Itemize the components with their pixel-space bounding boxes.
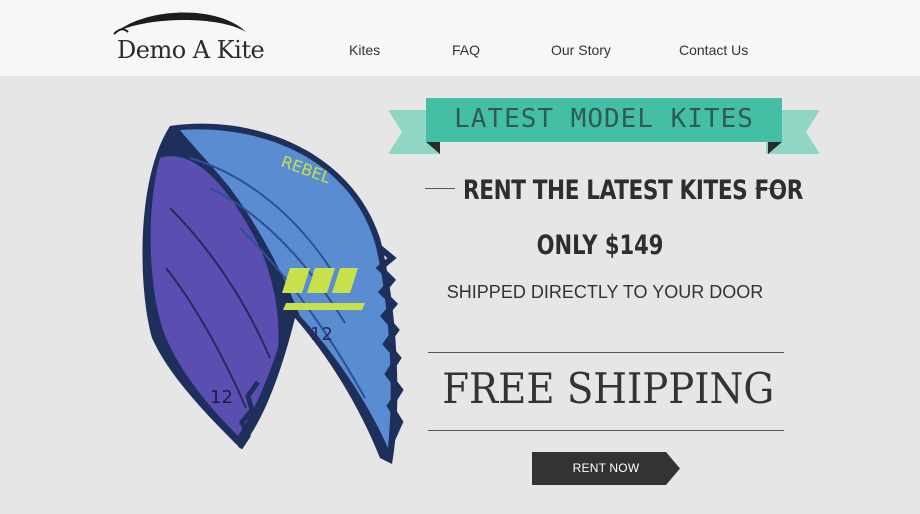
divider-bottom	[428, 430, 784, 431]
hero-price: ONLY $149	[536, 230, 664, 261]
nav-link-faq[interactable]: FAQ	[452, 42, 480, 58]
latest-models-banner: LATEST MODEL KITES	[388, 96, 820, 160]
nav-link-kites[interactable]: Kites	[349, 42, 380, 58]
banner-text: LATEST MODEL KITES	[454, 104, 754, 134]
free-shipping-heading: FREE SHIPPING	[442, 364, 775, 413]
headline-divider-left	[425, 188, 455, 189]
headline-row: RENT THE LATEST KITES FOR	[425, 175, 803, 211]
site-header: Demo A Kite Kites FAQ Our Story Contact …	[0, 0, 920, 76]
nav-link-contact-us[interactable]: Contact Us	[679, 42, 748, 58]
brand-name: Demo A Kite	[117, 36, 265, 64]
kite-size-label-left: 12	[210, 387, 233, 408]
hero-headline: RENT THE LATEST KITES FOR	[463, 175, 803, 206]
kite-image: REBEL 12 12	[142, 123, 404, 465]
kite-size-label-right: 12	[310, 324, 333, 345]
brand-logo[interactable]: Demo A Kite	[110, 8, 265, 66]
rent-now-label: RENT NOW	[572, 461, 640, 475]
divider-top	[428, 352, 784, 353]
hero-subline: SHIPPED DIRECTLY TO YOUR DOOR	[446, 282, 764, 302]
nav-link-our-story[interactable]: Our Story	[551, 42, 611, 58]
rent-now-button[interactable]: RENT NOW	[532, 452, 680, 485]
